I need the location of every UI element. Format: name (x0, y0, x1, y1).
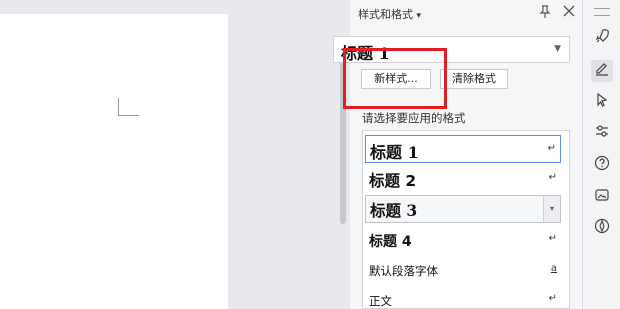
panel-title[interactable]: 样式和格式 ▾ (358, 6, 421, 22)
chevron-down-icon: ▼ (554, 44, 561, 54)
character-style-icon: a (550, 263, 557, 274)
list-item[interactable]: 标题 2 ↵ (365, 165, 561, 193)
right-sidebar (582, 0, 620, 309)
document-area[interactable] (0, 0, 336, 309)
help-icon[interactable] (591, 155, 613, 177)
style-label: 标题 4 (369, 234, 412, 250)
chevron-down-icon[interactable]: ▾ (543, 196, 560, 222)
drag-handle-icon[interactable] (594, 8, 610, 16)
paragraph-mark-icon: ↵ (548, 233, 557, 244)
style-label: 标题 1 (370, 143, 419, 162)
paragraph-mark-icon: ↵ (547, 143, 556, 154)
style-label: 标题 2 (369, 172, 417, 190)
list-item[interactable]: 标题 4 ↵ (365, 226, 561, 254)
pin-icon[interactable] (538, 5, 552, 19)
panel-title-text: 样式和格式 (358, 8, 413, 21)
style-list[interactable]: 标题 1 ↵ 标题 2 ↵ 标题 3 ▾ 标题 4 ↵ 默认段落字体 a 正文 … (362, 130, 570, 309)
clear-format-button[interactable]: 清除格式 (440, 69, 508, 89)
style-label: 默认段落字体 (369, 264, 438, 278)
list-item[interactable]: 标题 3 ▾ (365, 195, 561, 223)
image-edit-icon[interactable] (591, 187, 613, 209)
paragraph-mark-icon: ↵ (548, 293, 557, 304)
document-page[interactable] (0, 14, 228, 309)
list-item[interactable]: 标题 1 ↵ (365, 135, 561, 163)
close-icon[interactable] (562, 5, 576, 19)
list-item[interactable]: 正文 ↵ (365, 286, 561, 308)
pen-icon[interactable] (591, 60, 613, 82)
paragraph-mark-icon: ↵ (548, 172, 557, 183)
choose-format-label: 请选择要应用的格式 (362, 111, 466, 125)
list-item[interactable]: 默认段落字体 a (365, 256, 561, 284)
chevron-down-icon: ▾ (416, 11, 422, 21)
style-label: 标题 3 (370, 201, 418, 220)
cursor-icon[interactable] (591, 92, 613, 114)
sliders-icon[interactable] (591, 123, 613, 145)
rocket-icon[interactable] (591, 28, 613, 50)
page-margin-corner-mark (118, 98, 139, 116)
highlight-annotation-box (343, 48, 447, 109)
compass-icon[interactable] (591, 218, 613, 240)
style-label: 正文 (369, 294, 392, 308)
